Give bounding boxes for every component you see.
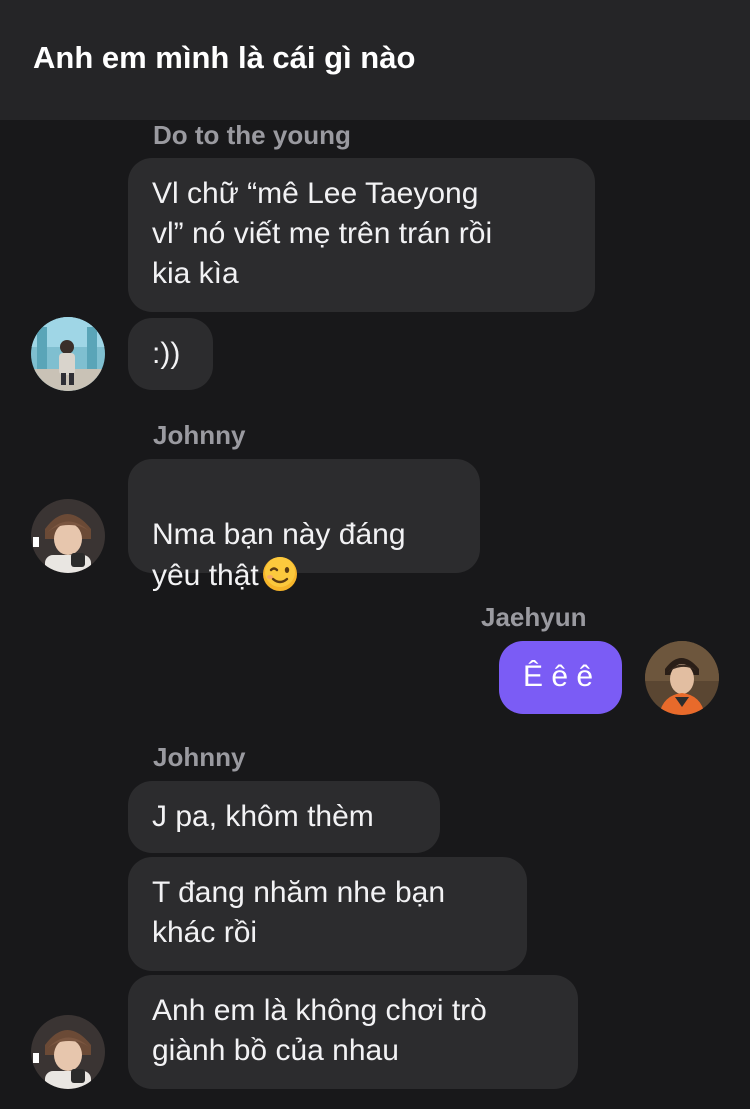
message-bubble[interactable]: :)) [128,318,213,390]
message-bubble[interactable]: Anh em là không chơi trò giành bồ của nh… [128,975,578,1089]
message-bubble[interactable]: Vl chữ “mê Lee Taeyong vl” nó viết mẹ tr… [128,158,595,312]
message-bubble-outgoing[interactable]: Ê ê ê [499,641,622,714]
message-bubble[interactable]: T đang nhăm nhe bạn khác rồi [128,857,527,971]
avatar-jaehyun[interactable] [645,641,719,715]
avatar-do-to-the-young[interactable] [31,317,105,391]
chat-title[interactable]: Anh em mình là cái gì nào [33,40,415,76]
sender-name: Jaehyun [481,602,587,632]
sender-name: Johnny [153,742,246,772]
message-bubble[interactable]: J pa, khôm thèm [128,781,440,853]
message-bubble[interactable]: Nma bạn này đáng yêu thật [128,459,480,592]
avatar-johnny[interactable] [31,1015,105,1089]
chat-header: Anh em mình là cái gì nào [0,0,750,120]
winking-face-emoji-icon [261,555,299,593]
sender-name: Do to the young [153,120,351,150]
sender-name: Johnny [153,420,246,450]
avatar-johnny[interactable] [31,499,105,573]
